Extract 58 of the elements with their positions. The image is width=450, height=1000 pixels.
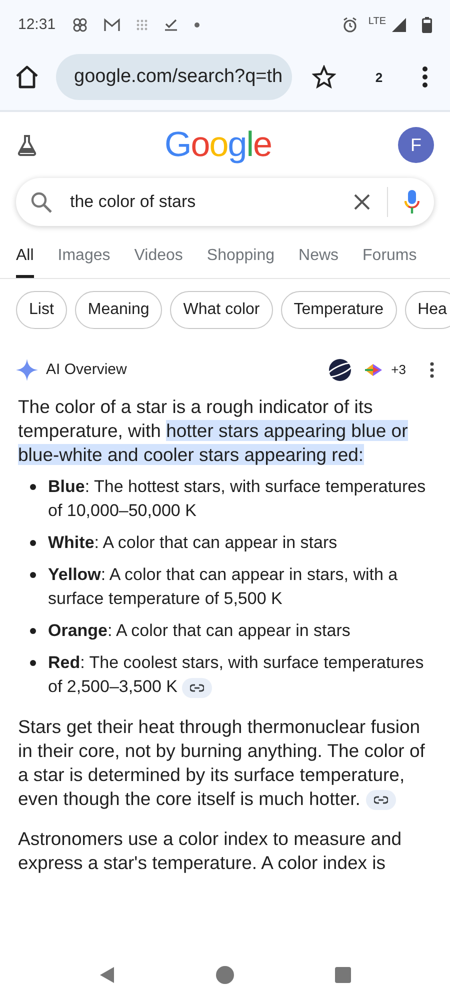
signal-icon xyxy=(392,18,406,32)
address-field[interactable]: google.com/search?q=th xyxy=(56,54,292,100)
filter-chip[interactable]: Meaning xyxy=(74,291,162,329)
tab-count-button[interactable]: 2 xyxy=(368,66,390,88)
bullet-text: White: A color that can appear in stars xyxy=(48,532,338,554)
overview-paragraph: Astronomers use a color index to measure and express a star's temperature. A color index is xyxy=(18,828,402,873)
bullet-text: Orange: A color that can appear in stars xyxy=(48,620,350,642)
search-text: the color of stars xyxy=(68,188,337,216)
sparkle-icon xyxy=(16,359,38,381)
network-type: LTE xyxy=(368,14,386,28)
filter-chip[interactable]: Hea xyxy=(404,291,450,329)
battery-icon xyxy=(422,17,432,33)
link-icon[interactable] xyxy=(182,678,212,698)
filter-chip[interactable]: List xyxy=(16,291,67,329)
more-icon xyxy=(422,66,428,88)
filter-chip[interactable]: What color xyxy=(170,291,273,329)
search-field[interactable]: the color of stars xyxy=(16,178,434,226)
alarm-icon xyxy=(342,17,358,33)
search-tab[interactable]: Videos xyxy=(134,234,183,278)
back-icon[interactable] xyxy=(98,966,116,984)
star-icon xyxy=(312,64,336,89)
dot-icon xyxy=(194,22,200,28)
ai-overview-title: AI Overview xyxy=(46,360,127,380)
search-tab[interactable]: Images xyxy=(58,234,110,278)
account-avatar[interactable]: F xyxy=(398,127,434,163)
menu-button[interactable] xyxy=(422,65,428,89)
search-tab[interactable]: All xyxy=(16,234,34,278)
microphone-icon[interactable] xyxy=(404,189,420,215)
search-icon xyxy=(30,191,52,213)
download-check-icon xyxy=(164,19,178,31)
filter-chip[interactable]: Temperature xyxy=(280,291,397,329)
grid-icon xyxy=(136,19,148,31)
home-icon xyxy=(14,64,40,90)
clock-time: 12:31 xyxy=(18,14,56,35)
bookmark-button[interactable] xyxy=(312,64,336,90)
home-icon[interactable] xyxy=(214,965,235,985)
bullet-dot xyxy=(30,540,36,546)
overview-paragraph: Stars get their heat through thermonuclear fusion in their core, not by burning anything. The color of a star is determined by its surface temperature, even though the core itself is much hotter. xyxy=(18,716,425,809)
link-icon[interactable] xyxy=(366,790,396,810)
bullet-text: Yellow: A color that can appear in stars, with a surface temperature of 5,500 K xyxy=(48,564,399,610)
bullet-text: Red: The coolest stars, with surface temperatures of 2,500–3,500 K xyxy=(48,652,425,699)
more-icon xyxy=(430,362,434,378)
bullet-dot xyxy=(30,484,36,490)
recents-icon[interactable] xyxy=(334,966,352,984)
search-tab[interactable]: Shopping xyxy=(206,234,275,278)
bullet-dot xyxy=(30,628,36,634)
search-tab[interactable]: News xyxy=(298,234,339,278)
search-tab[interactable]: Forums xyxy=(362,234,417,278)
home-button[interactable] xyxy=(14,64,40,90)
prism-icon[interactable] xyxy=(363,362,384,378)
mail-icon xyxy=(104,18,120,32)
clear-icon[interactable] xyxy=(353,193,371,211)
logo: Google xyxy=(164,124,272,166)
fan-icon xyxy=(72,17,88,33)
bullet-text: Blue: The hottest stars, with surface temperatures of 10,000–50,000 K xyxy=(48,476,427,522)
bullet-dot xyxy=(30,572,36,578)
more-sources-count[interactable]: +3 xyxy=(391,360,406,380)
bullet-dot xyxy=(30,660,36,666)
